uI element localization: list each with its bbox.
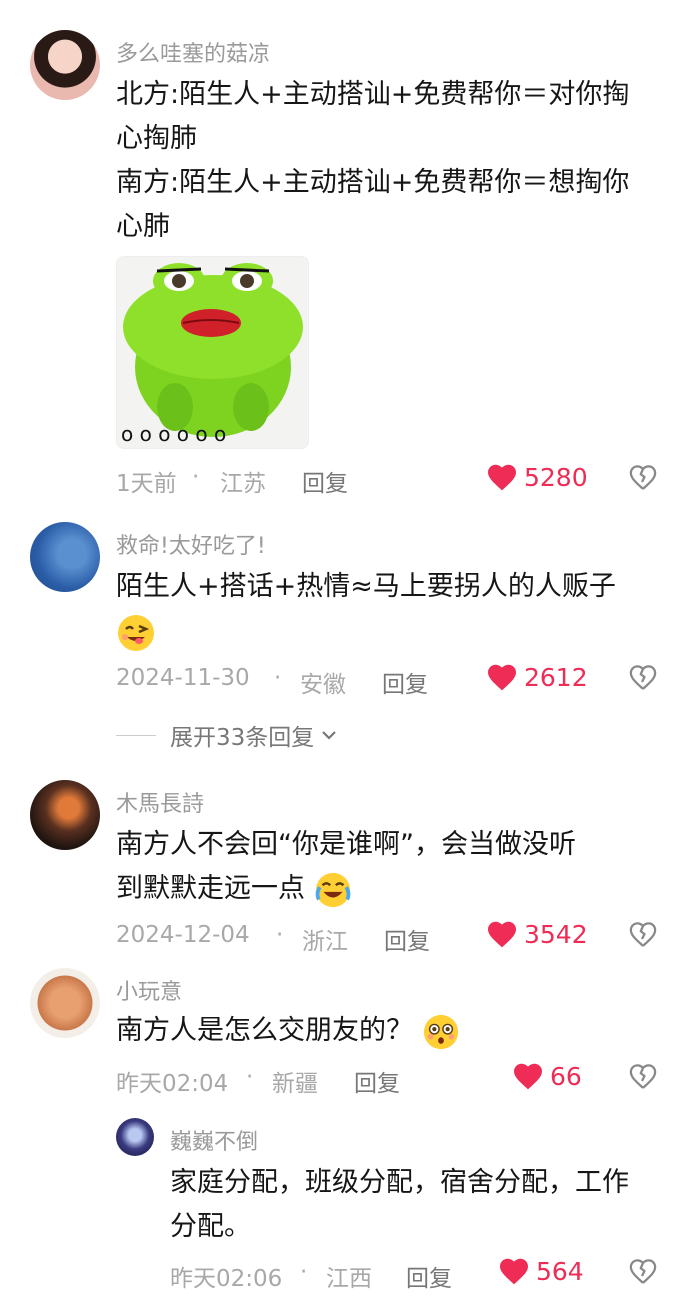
comment-text-line: 陌生人+搭话+热情≈马上要拐人的人贩子 [116, 571, 616, 602]
broken-heart-icon[interactable] [628, 1061, 658, 1091]
comment-username[interactable]: 多么哇塞的菇凉 [116, 36, 270, 68]
heart-icon [500, 1258, 528, 1285]
frog-sticker-image[interactable]: o o o o o o [116, 256, 309, 449]
meta-separator: · [300, 1259, 308, 1285]
broken-heart-icon[interactable] [628, 662, 658, 692]
like-count: 2612 [524, 662, 588, 692]
meta-separator: · [246, 1064, 254, 1090]
comment-text-line: 南方:陌生人+主动搭讪+免费帮你＝想掏你 [116, 167, 630, 198]
meta-separator: · [274, 665, 282, 691]
avatar[interactable] [30, 968, 100, 1038]
avatar[interactable] [30, 780, 100, 850]
comment-text-line: 心掏肺 [116, 123, 197, 154]
wink-tongue-emoji [118, 615, 154, 651]
like-button[interactable]: 564 [498, 1256, 584, 1286]
comment-username[interactable]: 巍巍不倒 [170, 1124, 258, 1156]
comment-text-line: 到默默走远一点 [116, 866, 352, 911]
expand-divider [116, 734, 156, 736]
broken-heart-icon[interactable] [628, 462, 658, 492]
comment-text-line: 南方人是怎么交朋友的？ [116, 1008, 460, 1053]
expand-replies-button[interactable]: 展开33条回复 [116, 718, 340, 752]
reply-button[interactable]: 回复 [382, 665, 428, 699]
comment-text-line: 心肺 [116, 211, 170, 242]
comment-text-line: 南方人不会回“你是谁啊”，会当做没听 [116, 829, 576, 860]
crying-laughing-emoji [315, 872, 350, 907]
comment-text-fragment: 到默默走远一点 [116, 873, 305, 904]
comment-time: 2024-11-30 [116, 665, 250, 691]
reply-button[interactable]: 回复 [354, 1064, 400, 1098]
flushed-emoji [423, 1014, 458, 1049]
comment-text-line: 北方:陌生人+主动搭讪+免费帮你＝对你掏 [116, 79, 630, 110]
comment-time: 1天前 [116, 471, 177, 497]
like-count: 66 [550, 1061, 582, 1091]
comment-time: 昨天02:06 [170, 1266, 283, 1292]
avatar[interactable] [30, 30, 100, 100]
comment-username[interactable]: 木馬長詩 [116, 786, 204, 818]
heart-icon [514, 1063, 542, 1090]
like-count: 564 [536, 1256, 584, 1286]
avatar[interactable] [116, 1118, 154, 1156]
reply-button[interactable]: 回复 [406, 1259, 452, 1293]
comment-text-fragment: 南方人是怎么交朋友的？ [116, 1015, 413, 1046]
comment-location: 江西 [326, 1266, 372, 1292]
like-button[interactable]: 5280 [486, 462, 588, 492]
like-button[interactable]: 66 [512, 1061, 582, 1091]
expand-replies-label: 展开33条回复 [170, 725, 315, 751]
comment-time: 2024-12-04 [116, 922, 250, 948]
broken-heart-icon[interactable] [628, 1256, 658, 1286]
comment-location: 安徽 [300, 672, 346, 698]
meta-separator: · [276, 922, 284, 948]
reply-button[interactable]: 回复 [302, 464, 348, 498]
heart-icon [488, 664, 516, 691]
heart-icon [488, 921, 516, 948]
like-button[interactable]: 3542 [486, 919, 588, 949]
chevron-down-icon [322, 731, 337, 740]
comment-time: 昨天02:04 [116, 1071, 229, 1097]
reply-button[interactable]: 回复 [384, 922, 430, 956]
avatar[interactable] [30, 522, 100, 592]
like-button[interactable]: 2612 [486, 662, 588, 692]
comment-text-line: 分配。 [170, 1211, 251, 1242]
broken-heart-icon[interactable] [628, 919, 658, 949]
heart-icon [488, 464, 516, 491]
comment-location: 浙江 [302, 929, 348, 955]
sticker-caption: o o o o o o [121, 422, 226, 446]
comment-username[interactable]: 小玩意 [116, 974, 182, 1006]
meta-separator: · [192, 464, 200, 490]
comment-location: 新疆 [272, 1071, 318, 1097]
comment-text-line: 家庭分配，班级分配，宿舍分配，工作 [170, 1167, 629, 1198]
like-count: 5280 [524, 462, 588, 492]
like-count: 3542 [524, 919, 588, 949]
comment-location: 江苏 [220, 471, 266, 497]
comment-username[interactable]: 救命!太好吃了! [116, 528, 266, 560]
